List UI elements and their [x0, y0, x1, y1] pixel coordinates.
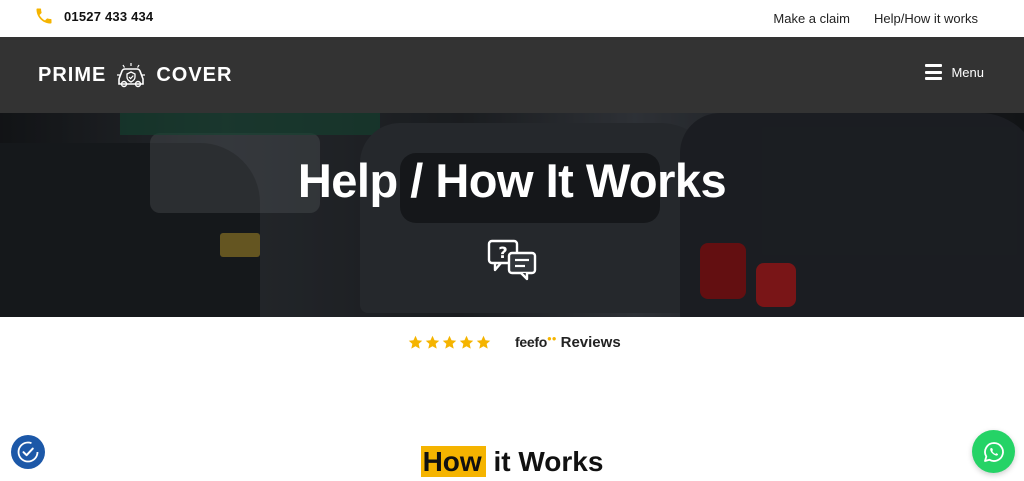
hamburger-icon	[925, 64, 943, 80]
logo-text-cover: COVER	[156, 63, 233, 86]
star-rating	[408, 335, 491, 350]
site-header: PRIME COVER Menu	[0, 37, 1024, 113]
star-icon	[459, 335, 474, 349]
hero-title: Help / How It Works	[297, 154, 727, 207]
star-icon	[425, 335, 440, 349]
logo[interactable]: PRIME COVER	[38, 59, 232, 91]
heading-highlight: How	[420, 446, 486, 477]
whatsapp-icon	[983, 441, 1004, 462]
menu-label: Menu	[951, 64, 984, 80]
reviews-label: Reviews	[560, 334, 621, 351]
star-icon	[408, 335, 423, 349]
feefo-reviews-badge[interactable]: feefo ●● Reviews	[408, 334, 621, 351]
top-links: Make a claim Help/How it works	[773, 11, 978, 26]
whatsapp-button[interactable]	[972, 430, 1015, 473]
phone-icon	[36, 8, 52, 24]
car-shield-icon	[117, 63, 146, 88]
top-bar: 01527 433 434 Make a claim Help/How it w…	[0, 0, 1024, 37]
how-it-works-heading: How it Works	[0, 446, 1024, 478]
make-a-claim-link[interactable]: Make a claim	[773, 11, 850, 26]
chat-question-icon: ?	[487, 239, 537, 281]
feefo-eyes-icon: ●●	[546, 334, 557, 343]
accessibility-button[interactable]	[11, 435, 45, 469]
feefo-logo: feefo ●● Reviews	[515, 334, 621, 351]
phone-number[interactable]: 01527 433 434	[64, 9, 153, 24]
accessibility-icon	[17, 441, 39, 463]
star-icon	[476, 335, 491, 349]
heading-rest: it Works	[485, 446, 604, 477]
feefo-brand: feefo	[515, 334, 547, 350]
help-how-it-works-link[interactable]: Help/How it works	[874, 11, 978, 26]
star-icon	[442, 335, 457, 349]
logo-text-prime: PRIME	[38, 63, 107, 86]
hero-banner: Help / How It Works ?	[0, 113, 1024, 317]
svg-text:?: ?	[498, 243, 507, 262]
menu-button[interactable]: Menu	[925, 64, 984, 80]
phone-contact[interactable]: 01527 433 434	[34, 6, 153, 26]
